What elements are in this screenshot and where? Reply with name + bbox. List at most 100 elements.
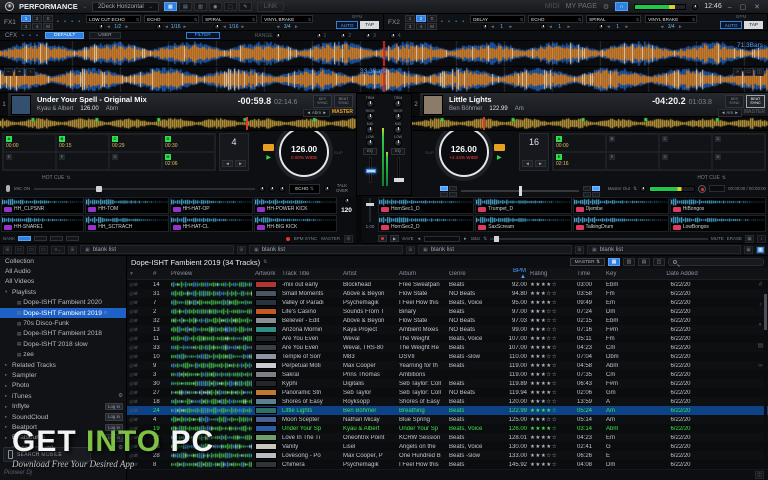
play-button[interactable]: ▶	[497, 154, 502, 161]
mode-selector[interactable]: PERFORMANCE	[19, 2, 78, 11]
sidebar-item[interactable]: ▸ Sampler	[0, 370, 126, 380]
track-preview-waveform[interactable]	[171, 335, 252, 342]
track-row[interactable]: ◎≣ 19 Under Your Sp Kyau & Albert Under …	[127, 424, 768, 433]
track-row[interactable]: ◎≣ 24 Little Lights Ben Böhmer Breathing…	[127, 406, 768, 415]
hotcue-pad[interactable]: B00:15	[56, 134, 109, 152]
track-rating[interactable]: ★★★☆☆	[530, 327, 577, 333]
bank-3-button[interactable]	[50, 236, 63, 241]
window-controls[interactable]: – ▢ ✕	[728, 3, 763, 11]
col-rating[interactable]: Rating	[530, 271, 577, 277]
track-row[interactable]: ◎≣ 17 Love In The Ti Oneohtrix Point KCR…	[127, 433, 768, 442]
sampler-slot[interactable]: HH-POWER KICK	[254, 197, 337, 214]
filter-funnel-icon[interactable]: ▼	[127, 271, 153, 277]
mic-fx-select[interactable]: ECHO ⇅	[289, 184, 320, 194]
login-badge[interactable]: Log in	[105, 434, 123, 442]
hotcue-pad[interactable]: F	[56, 152, 109, 170]
hotcue-pad[interactable]: H02:06	[162, 152, 215, 170]
col-key[interactable]: Key	[606, 271, 639, 277]
track-preview-waveform[interactable]	[171, 299, 252, 306]
col-artwork[interactable]: Artwork	[255, 271, 282, 277]
fx-assign-button[interactable]: 2	[416, 15, 426, 22]
col-preview[interactable]: Preview	[171, 271, 255, 277]
fx-name-select[interactable]: SPIRAL⇅	[202, 15, 257, 23]
palette-menu-icon[interactable]: ≡⌄	[51, 246, 65, 254]
sampler-pad[interactable]	[673, 207, 681, 212]
deck1-master-indicator[interactable]: MASTER	[332, 109, 353, 117]
fx-name-select[interactable]: ECHO⇅	[528, 15, 583, 23]
track-rating[interactable]: ★★★☆☆	[530, 318, 577, 324]
sampler-pitch-slider[interactable]	[369, 198, 371, 222]
fx-assign-button[interactable]: S	[427, 15, 437, 22]
track-row[interactable]: ◎≣ 32 Believer - Edit Above & Beyon Flow…	[127, 316, 768, 325]
track-preview-waveform[interactable]	[171, 407, 252, 414]
hotcue-pad[interactable]: D	[712, 134, 765, 152]
tree-arrow-icon[interactable]: ▸	[5, 362, 10, 368]
sidebar-item[interactable]: ▤ 70s Disco-Funk	[0, 318, 126, 328]
track-rating[interactable]: ★★★☆☆	[530, 354, 577, 360]
beats-plus[interactable]: ►	[241, 24, 245, 29]
talk-over-button[interactable]: TALK OVER	[334, 184, 350, 193]
track-preview-waveform[interactable]	[171, 461, 252, 468]
headphones-cue-icon[interactable]: ∩	[615, 2, 628, 11]
fx-level-knob[interactable]	[598, 24, 604, 30]
play-button[interactable]: ▶	[266, 154, 271, 161]
rail-filter-icon[interactable]: #	[753, 282, 768, 288]
col-bpm-sorted[interactable]: BPM ▲	[497, 268, 530, 280]
bank-2-button[interactable]	[34, 236, 47, 241]
sidebar-item[interactable]: ▸ iTunes ⚙	[0, 391, 126, 401]
tree-arrow-icon[interactable]: ▸	[5, 435, 10, 441]
fx-assign-button[interactable]: 1	[21, 15, 31, 22]
sidebar-item[interactable]: ▸ Beatport Log in	[0, 422, 126, 432]
sampler-pad[interactable]	[576, 225, 584, 230]
track-row[interactable]: ◎≣ 14 -mix out early Blockhead Free Swea…	[127, 280, 768, 289]
sampler-slot[interactable]: HH-TOM	[85, 197, 168, 214]
sample-position-slider[interactable]	[490, 238, 708, 240]
bank-1-button[interactable]	[18, 236, 31, 241]
sampler-slot[interactable]: HH_CLPSNR	[1, 197, 84, 214]
col-time[interactable]: Time	[577, 271, 606, 277]
sampler-slot[interactable]: HH-HAT-CL	[170, 215, 253, 232]
tree-arrow-icon[interactable]: ▸	[5, 393, 10, 399]
deck1-track-overview[interactable]	[0, 117, 356, 131]
deck2-master-indicator[interactable]: MASTER	[744, 109, 765, 117]
prev-sample-button[interactable]: ◄	[417, 236, 421, 241]
deck1-scrolling-waveform[interactable]: 71.3Bars	[0, 41, 768, 67]
palette-divider-icon[interactable]: ⊞	[237, 246, 246, 254]
beats-plus[interactable]: ►	[183, 24, 187, 29]
col-album[interactable]: Album	[399, 271, 449, 277]
beats-plus[interactable]: ►	[625, 24, 629, 29]
mic-eq-mid-knob[interactable]	[269, 186, 275, 192]
hotcue-pad[interactable]: E02:16	[553, 152, 606, 170]
hotcue-pad[interactable]: A00:00	[3, 134, 56, 152]
track-rating[interactable]: ★★★★☆	[530, 282, 577, 288]
sampler-slot[interactable]: HH_SCTRACH	[85, 215, 168, 232]
track-preview-waveform[interactable]	[171, 416, 252, 423]
export-icon[interactable]: ◫	[755, 471, 764, 479]
palette-toggle-icon[interactable]: ▦	[756, 246, 765, 254]
sampler-slot[interactable]: LowBongos	[670, 215, 766, 232]
sidebar-item[interactable]: ▤ Dope-ISHT Fambient 2019 ○	[0, 308, 126, 318]
pad-grid-icon[interactable]: ⊞	[344, 235, 353, 243]
track-rating[interactable]: ★★★★☆	[530, 435, 577, 441]
sampler-master-button[interactable]: MASTER	[321, 236, 340, 241]
eq-knob[interactable]	[366, 139, 374, 147]
beat-jump-back-button[interactable]: ◄	[522, 160, 533, 167]
hotcue-pad[interactable]: H	[712, 152, 765, 170]
fx-level-knob[interactable]	[214, 24, 220, 30]
grid-edit-icon[interactable]: ▭	[744, 68, 753, 76]
eq-mode-button[interactable]: EQ	[391, 148, 405, 155]
master-deck-select[interactable]: MASTER ⇅	[570, 258, 605, 266]
search-input[interactable]	[668, 258, 764, 266]
login-badge[interactable]: Log in	[105, 403, 123, 411]
scrollbar-thumb[interactable]	[764, 294, 767, 330]
bpm-sync-button[interactable]: BPM SYNC	[294, 236, 318, 241]
beats-minus[interactable]: ◄	[222, 24, 226, 29]
deck2-track-overview[interactable]	[412, 117, 768, 131]
sampler-pad[interactable]	[576, 207, 584, 212]
track-preview-waveform[interactable]	[171, 371, 252, 378]
fx-level-knob[interactable]	[540, 24, 546, 30]
sample-rec-button[interactable]	[378, 235, 387, 242]
track-rating[interactable]: ★★★★☆	[530, 408, 577, 414]
tree-arrow-icon[interactable]: ▾	[5, 289, 10, 295]
track-row[interactable]: ◎≣ 30 Kyphi Digitalis Seb Taylor: Coll B…	[127, 379, 768, 388]
